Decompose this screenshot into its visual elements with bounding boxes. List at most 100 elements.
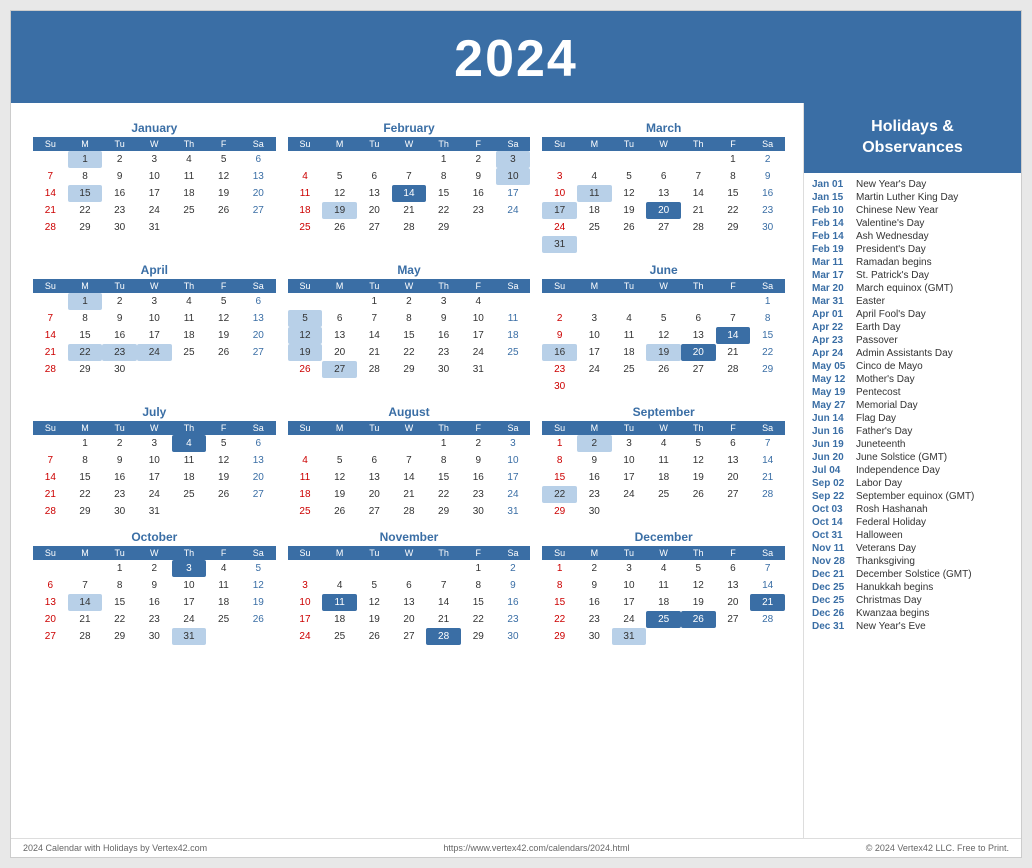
cal-day <box>646 236 681 253</box>
cal-day: 26 <box>322 503 357 520</box>
cal-day: 12 <box>357 594 392 611</box>
holiday-date: Apr 22 <box>812 322 850 333</box>
cal-day: 16 <box>461 185 496 202</box>
cal-table-april: SuMTuWThFSa12345678910111213141516171819… <box>33 279 276 378</box>
holiday-name: Memorial Day <box>856 400 918 411</box>
cal-day <box>172 361 207 378</box>
cal-day: 27 <box>681 361 716 378</box>
cal-day: 17 <box>496 185 531 202</box>
cal-day: 19 <box>206 469 241 486</box>
holiday-item: Mar 20March equinox (GMT) <box>812 283 1013 294</box>
cal-day: 16 <box>102 185 137 202</box>
cal-day: 4 <box>577 168 612 185</box>
day-header: M <box>68 279 103 293</box>
day-header: Tu <box>357 421 392 435</box>
cal-day: 29 <box>68 219 103 236</box>
cal-day: 20 <box>392 611 427 628</box>
month-title-may: May <box>288 263 531 277</box>
month-title-september: September <box>542 405 785 419</box>
holiday-item: Oct 31Halloween <box>812 530 1013 541</box>
cal-day: 12 <box>288 327 323 344</box>
cal-day: 6 <box>681 310 716 327</box>
cal-day: 23 <box>750 202 785 219</box>
holiday-date: Dec 21 <box>812 569 850 580</box>
cal-day: 30 <box>137 628 172 645</box>
cal-day <box>137 361 172 378</box>
cal-day: 28 <box>392 219 427 236</box>
holiday-date: Nov 11 <box>812 543 850 554</box>
holiday-name: December Solstice (GMT) <box>856 569 972 580</box>
cal-day: 18 <box>646 469 681 486</box>
holiday-name: Ramadan begins <box>856 257 932 268</box>
cal-day: 29 <box>542 503 577 520</box>
cal-day: 7 <box>681 168 716 185</box>
cal-day: 5 <box>322 168 357 185</box>
cal-day: 8 <box>426 452 461 469</box>
cal-day: 28 <box>716 361 751 378</box>
cal-day <box>646 293 681 310</box>
day-header: Th <box>426 279 461 293</box>
day-header: Tu <box>102 421 137 435</box>
holiday-item: Feb 10Chinese New Year <box>812 205 1013 216</box>
holiday-item: May 12Mother's Day <box>812 374 1013 385</box>
cal-day: 4 <box>646 560 681 577</box>
cal-day <box>172 503 207 520</box>
cal-day: 13 <box>392 594 427 611</box>
day-header: Th <box>172 546 207 560</box>
cal-day <box>357 435 392 452</box>
cal-day: 22 <box>102 611 137 628</box>
day-header: Tu <box>612 546 647 560</box>
holiday-date: Dec 31 <box>812 621 850 632</box>
holiday-list: Jan 01New Year's DayJan 15Martin Luther … <box>804 173 1021 640</box>
cal-day: 1 <box>68 435 103 452</box>
cal-day: 25 <box>288 219 323 236</box>
cal-day: 23 <box>577 611 612 628</box>
cal-day: 21 <box>750 594 785 611</box>
holiday-name: New Year's Day <box>856 179 926 190</box>
cal-day: 25 <box>206 611 241 628</box>
cal-day: 22 <box>392 344 427 361</box>
cal-day: 7 <box>68 577 103 594</box>
cal-day <box>646 378 681 395</box>
day-header: M <box>322 137 357 151</box>
holiday-name: Easter <box>856 296 885 307</box>
cal-day: 9 <box>102 452 137 469</box>
cal-day: 13 <box>322 327 357 344</box>
cal-day: 1 <box>102 560 137 577</box>
cal-day <box>206 219 241 236</box>
cal-day <box>206 361 241 378</box>
cal-day <box>646 628 681 645</box>
holiday-date: Mar 11 <box>812 257 850 268</box>
cal-day: 18 <box>288 202 323 219</box>
cal-day: 29 <box>426 503 461 520</box>
cal-day <box>577 293 612 310</box>
cal-day: 11 <box>496 310 531 327</box>
month-title-august: August <box>288 405 531 419</box>
month-december: DecemberSuMTuWThFSa123456789101112131415… <box>542 530 785 645</box>
cal-day: 12 <box>322 469 357 486</box>
cal-day: 2 <box>392 293 427 310</box>
cal-day: 18 <box>496 327 531 344</box>
cal-day: 22 <box>542 611 577 628</box>
cal-table-july: SuMTuWThFSa12345678910111213141516171819… <box>33 421 276 520</box>
cal-day: 13 <box>241 168 276 185</box>
holiday-item: May 27Memorial Day <box>812 400 1013 411</box>
cal-day: 24 <box>137 486 172 503</box>
cal-day: 15 <box>68 327 103 344</box>
cal-day: 10 <box>137 168 172 185</box>
day-header: Sa <box>241 137 276 151</box>
day-header: Tu <box>357 546 392 560</box>
cal-day: 9 <box>542 327 577 344</box>
cal-day: 17 <box>612 469 647 486</box>
cal-day: 10 <box>496 168 531 185</box>
day-header: W <box>646 137 681 151</box>
cal-day: 30 <box>102 361 137 378</box>
holiday-item: Nov 28Thanksgiving <box>812 556 1013 567</box>
year-title: 2024 <box>11 11 1021 103</box>
cal-day: 1 <box>716 151 751 168</box>
cal-day: 17 <box>612 594 647 611</box>
cal-day <box>322 560 357 577</box>
cal-day: 31 <box>137 219 172 236</box>
day-header: F <box>716 137 751 151</box>
footer-right: © 2024 Vertex42 LLC. Free to Print. <box>866 843 1009 853</box>
